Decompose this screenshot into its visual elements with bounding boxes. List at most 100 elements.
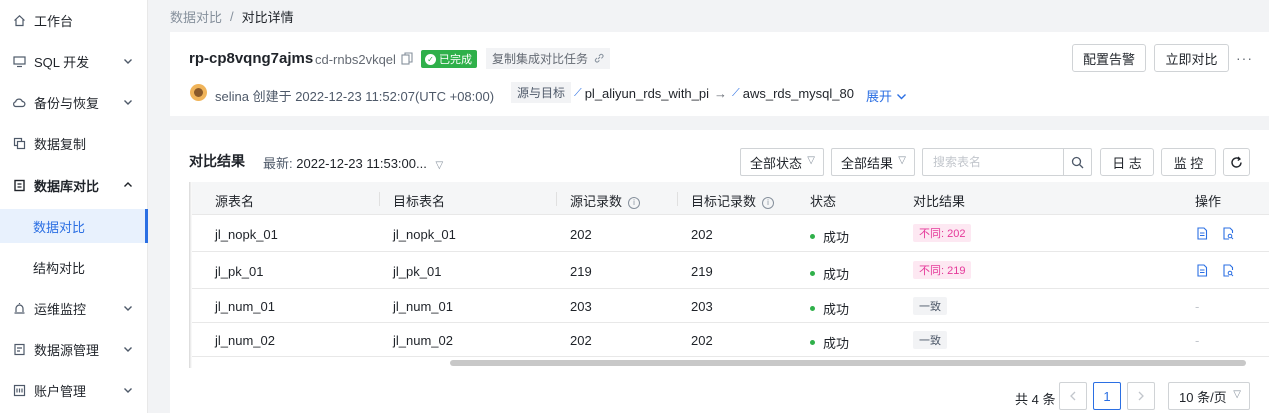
copy-icon[interactable]: [401, 52, 413, 65]
status-filter-select[interactable]: 全部状态 ▽: [740, 148, 824, 176]
chevron-down-icon: [124, 388, 132, 393]
compare-icon: [12, 178, 26, 192]
sidebar-item-label: 数据对比: [33, 219, 86, 235]
table-row: jl_num_01 jl_num_01 203 203 成功 一致 -: [189, 289, 1269, 323]
cell-source-table: jl_num_01: [215, 299, 275, 314]
datasource-icon: [12, 342, 26, 356]
cell-status: 成功: [810, 333, 849, 352]
task-name: rp-cp8vqng7ajms: [189, 50, 314, 67]
monitor-button[interactable]: 监 控: [1161, 148, 1216, 176]
sidebar-item-data-compare[interactable]: 数据对比: [0, 209, 148, 243]
cell-source-count: 202: [570, 227, 592, 242]
success-dot: [810, 271, 815, 276]
sidebar-item-label: 数据源管理: [34, 342, 100, 358]
sidebar-item-label: 工作台: [34, 13, 74, 29]
result-badge: 不同: 202: [913, 224, 972, 242]
compare-now-button[interactable]: 立即对比: [1154, 44, 1229, 72]
sidebar-item-ops-monitor[interactable]: 运维监控: [0, 291, 148, 325]
no-action: -: [1195, 333, 1200, 348]
search-button[interactable]: [1063, 149, 1091, 175]
info-icon[interactable]: i: [628, 196, 641, 209]
chevron-down-icon: [124, 59, 132, 64]
info-icon[interactable]: i: [762, 196, 775, 209]
chevron-right-icon: [1138, 391, 1144, 401]
datasource-icon: ⟋: [732, 87, 740, 99]
sidebar-item-datasource[interactable]: 数据源管理: [0, 332, 148, 366]
sidebar-item-replication[interactable]: 数据复制: [0, 126, 148, 160]
result-badge: 一致: [913, 297, 947, 315]
target-name[interactable]: aws_rds_mysql_80: [743, 86, 854, 101]
sidebar-item-label: 数据库对比: [34, 178, 100, 194]
status-text: 成功: [823, 336, 850, 351]
sidebar-item-label: 账户管理: [34, 383, 87, 399]
chevron-down-icon: [124, 306, 132, 311]
page-size-value: 10 条/页: [1179, 389, 1227, 405]
breadcrumb-parent[interactable]: 数据对比: [170, 7, 222, 26]
chevron-left-icon: [1070, 391, 1076, 401]
col-header-result: 对比结果: [913, 194, 966, 209]
prev-page-button[interactable]: [1059, 382, 1087, 410]
inspect-document-icon[interactable]: [1222, 264, 1234, 277]
column-divider: [556, 192, 557, 206]
link-icon[interactable]: [594, 52, 604, 66]
chevron-down-icon: ▽: [1233, 389, 1241, 400]
sidebar-item-workbench[interactable]: 工作台: [0, 3, 148, 37]
cell-status: 成功: [810, 227, 849, 246]
more-menu-button[interactable]: ···: [1236, 50, 1253, 66]
table-row: jl_nopk_01 jl_nopk_01 202 202 成功 不同: 202: [189, 215, 1269, 252]
inspect-document-icon[interactable]: [1222, 227, 1234, 240]
result-badge: 一致: [913, 331, 947, 349]
chevron-down-icon: ▽: [807, 155, 815, 166]
sidebar-item-db-compare[interactable]: 数据库对比: [0, 168, 148, 202]
sidebar-item-account[interactable]: 账户管理: [0, 373, 148, 407]
cell-source-table: jl_nopk_01: [215, 227, 278, 242]
expand-link[interactable]: 展开: [866, 86, 907, 105]
cell-target-table: jl_pk_01: [393, 264, 442, 279]
monitor-icon: [12, 54, 26, 68]
breadcrumb: 数据对比 / 对比详情: [148, 0, 1269, 32]
cell-target-table: jl_num_01: [393, 299, 453, 314]
pagination-total: 共 4 条: [1015, 392, 1056, 407]
sidebar-item-backup[interactable]: 备份与恢复: [0, 85, 148, 119]
cell-source-count: 203: [570, 299, 592, 314]
latest-run-select[interactable]: 最新: 2022-12-23 11:53:00... ▽: [263, 153, 443, 172]
check-icon: ✓: [425, 53, 436, 65]
sidebar-item-label: 备份与恢复: [34, 95, 100, 111]
sidebar-item-schema-compare[interactable]: 结构对比: [0, 250, 148, 284]
cell-target-count: 202: [691, 333, 713, 348]
sidebar-item-sql[interactable]: SQL 开发: [0, 44, 148, 78]
success-dot: [810, 306, 815, 311]
col-header-target-count: 目标记录数 i: [691, 191, 775, 210]
chevron-up-icon: [124, 182, 132, 187]
search-icon: [1071, 156, 1084, 168]
next-page-button[interactable]: [1127, 382, 1155, 410]
col-header-actions: 操作: [1195, 194, 1222, 209]
log-button[interactable]: 日 志: [1100, 148, 1154, 176]
latest-label: 最新:: [263, 156, 293, 171]
col-header-label: 源记录数: [570, 194, 623, 209]
page-button[interactable]: 1: [1093, 382, 1121, 410]
col-header-source-table: 源表名: [215, 194, 255, 209]
status-text: 成功: [823, 302, 850, 317]
cell-target-count: 203: [691, 299, 713, 314]
horizontal-scrollbar[interactable]: [450, 360, 1246, 366]
success-dot: [810, 234, 815, 239]
source-name[interactable]: pl_aliyun_rds_with_pi: [585, 86, 709, 101]
view-document-icon[interactable]: [1196, 227, 1208, 240]
results-card: 对比结果 最新: 2022-12-23 11:53:00... ▽ 全部状态 ▽…: [170, 130, 1269, 413]
column-divider: [677, 192, 678, 206]
col-header-status: 状态: [810, 194, 837, 209]
no-action: -: [1195, 299, 1200, 314]
refresh-button[interactable]: [1223, 148, 1250, 176]
result-filter-select[interactable]: 全部结果 ▽: [831, 148, 915, 176]
page-size-select[interactable]: 10 条/页 ▽: [1168, 382, 1250, 410]
search-input[interactable]: [923, 149, 1063, 175]
datasource-icon: ⟋: [574, 87, 582, 99]
results-title: 对比结果: [189, 153, 245, 169]
cell-source-table: jl_pk_01: [215, 264, 264, 279]
column-divider: [379, 192, 380, 206]
home-icon: [12, 13, 26, 27]
task-header-card: rp-cp8vqng7ajms cd-rnbs2vkqel ✓ 已完成 复制集成…: [170, 32, 1269, 116]
configure-alert-button[interactable]: 配置告警: [1072, 44, 1146, 72]
view-document-icon[interactable]: [1196, 264, 1208, 277]
